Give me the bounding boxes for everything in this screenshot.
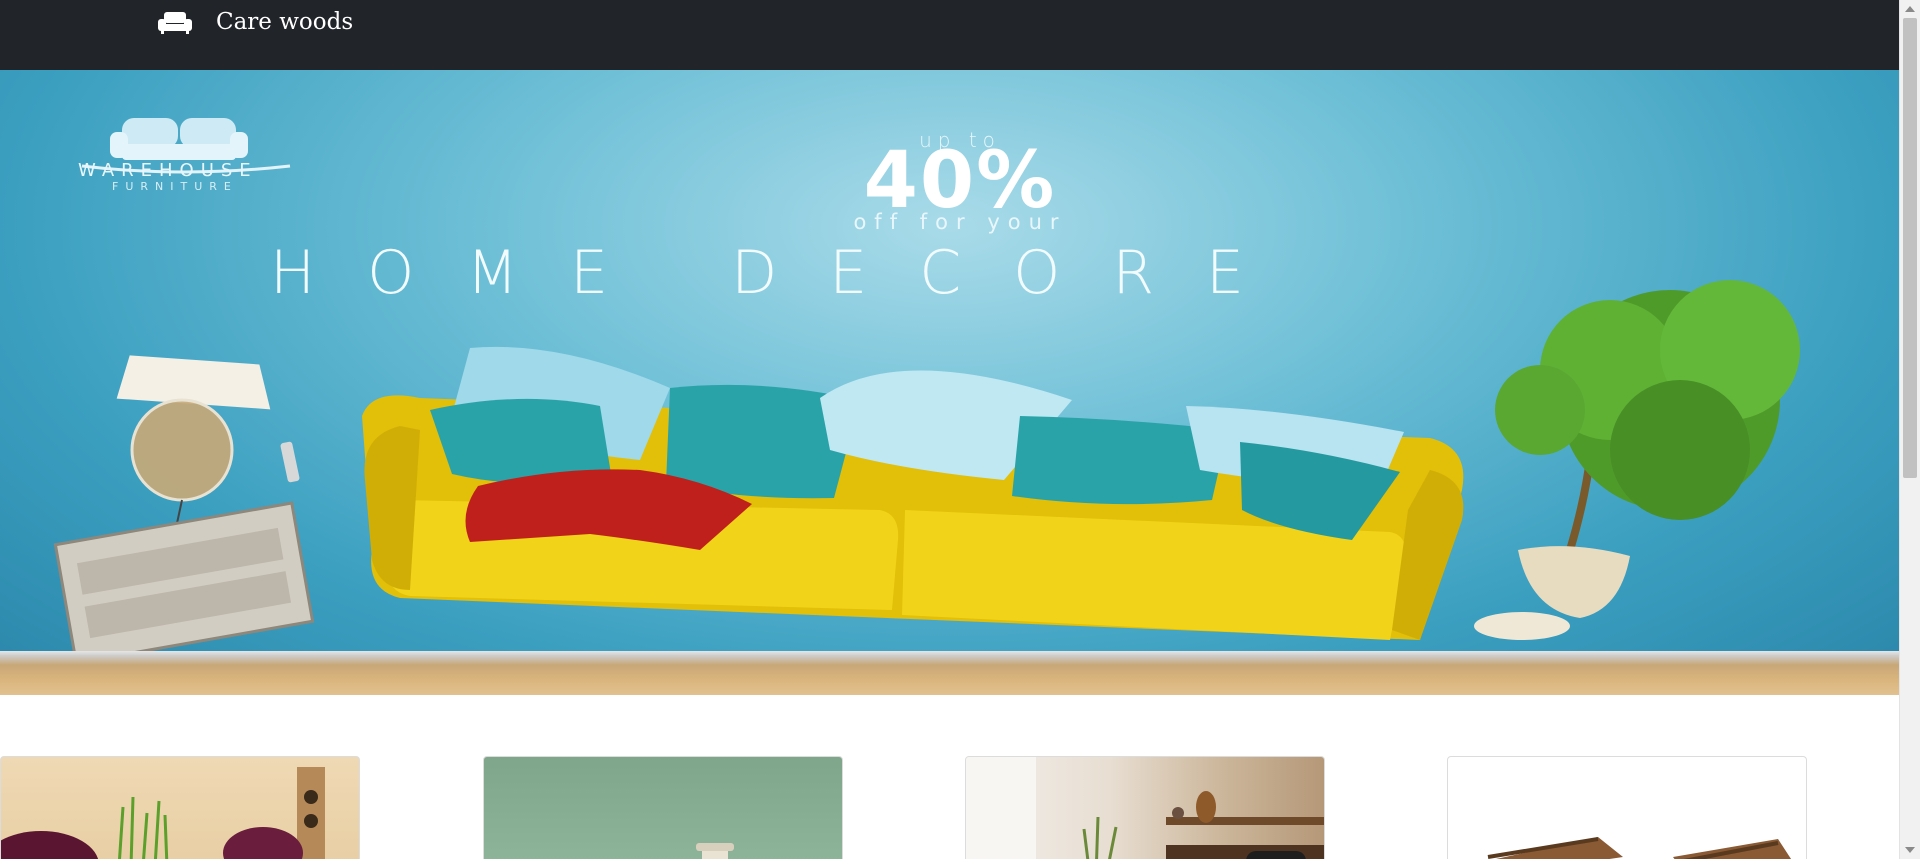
living-room-card[interactable]	[965, 756, 1325, 859]
scroll-thumb[interactable]	[1903, 18, 1917, 478]
lamp-icon	[116, 355, 300, 529]
sofa-icon	[158, 10, 192, 34]
hero-banner[interactable]: WAREHOUSE FURNITURE up to 40% off for yo…	[0, 70, 1899, 695]
green-wall-vase-photo	[696, 843, 734, 859]
wooden-bench-card[interactable]	[1447, 756, 1807, 859]
scroll-up-arrow-icon[interactable]	[1905, 6, 1915, 12]
side-table-icon	[53, 501, 315, 665]
scroll-down-arrow-icon[interactable]	[1905, 847, 1915, 853]
hero-illustration	[53, 280, 1800, 665]
decor-card[interactable]	[483, 756, 843, 859]
purple-chairs-photo	[1, 767, 325, 859]
wooden-floor	[0, 655, 1899, 695]
living-room-shelf-photo	[966, 757, 1324, 859]
potted-plant-icon	[1474, 280, 1800, 640]
sofa-illustration	[362, 346, 1464, 640]
chairs-card[interactable]	[0, 756, 360, 859]
brand-name: Care woods	[216, 9, 354, 35]
brand-link[interactable]: Care woods	[158, 6, 353, 38]
wooden-bench-photo	[1487, 837, 1792, 859]
top-navbar: Care woods	[0, 0, 1899, 70]
vertical-scrollbar[interactable]	[1899, 0, 1920, 859]
